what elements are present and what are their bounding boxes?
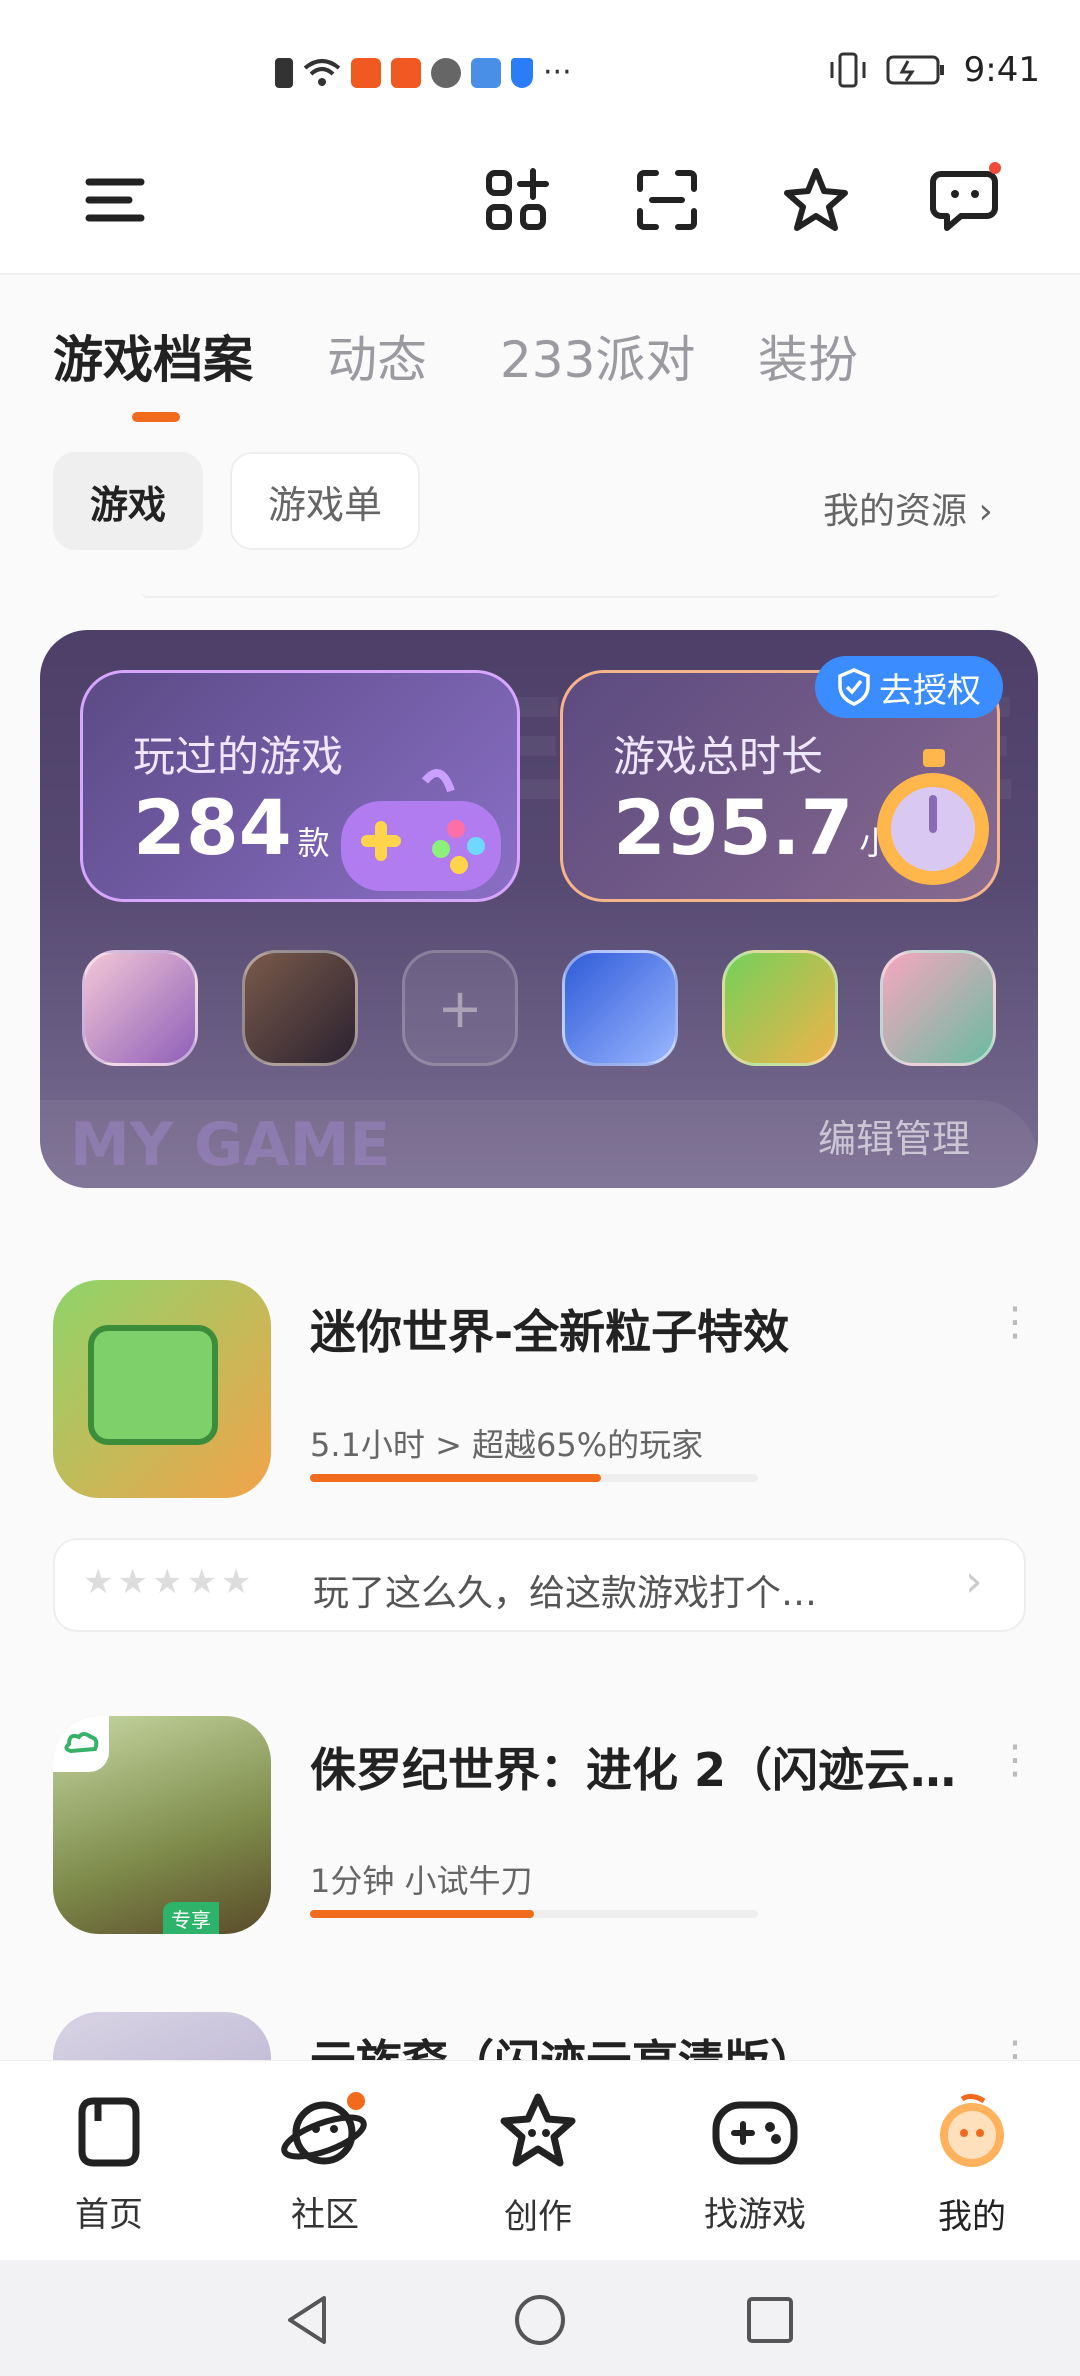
nav-community[interactable]: 社区 xyxy=(250,2091,400,2236)
play-time-label: 游戏总时长 xyxy=(613,732,824,781)
scan-icon[interactable] xyxy=(627,160,707,240)
game-title[interactable]: 侏罗纪世界：进化 2（闪迹云… xyxy=(310,1734,956,1800)
app-notification-icon xyxy=(391,57,421,88)
nav-home[interactable]: 首页 xyxy=(34,2091,184,2236)
wechat-icon xyxy=(431,57,461,88)
nav-profile-label: 我的 xyxy=(938,2197,1006,2237)
home-icon xyxy=(78,2097,140,2167)
vibrate-icon xyxy=(830,52,866,88)
exclusive-badge: 专享 xyxy=(163,1902,219,1934)
nav-find-games[interactable]: 找游戏 xyxy=(680,2091,830,2236)
add-apps-icon[interactable] xyxy=(478,160,558,240)
status-icons: ··· xyxy=(275,55,572,90)
my-resources-link[interactable]: 我的资源 › xyxy=(823,482,993,534)
create-icon xyxy=(500,2093,576,2167)
game-title[interactable]: 迷你世界-全新粒子特效 xyxy=(310,1296,789,1362)
back-icon[interactable] xyxy=(280,2292,336,2348)
game-icon-mini-world[interactable] xyxy=(53,1280,271,1498)
tab-233-party[interactable]: 233派对 xyxy=(500,320,695,392)
played-games-value: 284 款 xyxy=(133,783,330,872)
home-circle-icon[interactable] xyxy=(512,2292,568,2348)
tab-game-profile[interactable]: 游戏档案 xyxy=(53,320,253,392)
alert-icon xyxy=(275,57,293,88)
menu-icon[interactable] xyxy=(75,160,155,240)
chip-game[interactable]: 游戏 xyxy=(53,452,203,550)
nav-community-label: 社区 xyxy=(291,2195,359,2235)
rating-prompt-text: 玩了这么久，给这款游戏打个… xyxy=(313,1573,818,1614)
message-icon[interactable] xyxy=(925,160,1005,240)
play-progress-bar xyxy=(310,1910,758,1918)
community-icon xyxy=(281,2092,367,2165)
chevron-right-icon: › xyxy=(965,1556,983,1607)
authorize-badge[interactable]: 去授权 xyxy=(815,656,1003,718)
authorize-label: 去授权 xyxy=(879,670,981,711)
recent-game-avatar[interactable] xyxy=(880,950,996,1066)
status-bar: ··· 9:41 xyxy=(0,0,1080,130)
top-bar xyxy=(0,130,1080,275)
my-game-watermark: MY GAME xyxy=(70,1110,391,1180)
game-icon-jurassic-world[interactable]: 专享 xyxy=(53,1716,271,1934)
star-sparkle-icon[interactable] xyxy=(776,160,856,240)
recent-apps-icon[interactable] xyxy=(742,2292,798,2348)
played-unit: 款 xyxy=(297,824,330,862)
stopwatch-3d-icon xyxy=(877,749,989,885)
game-play-time: 5.1小时 > 超越65%的玩家 xyxy=(310,1426,704,1464)
gamepad-icon xyxy=(712,2101,798,2165)
system-navigation-bar xyxy=(0,2260,1080,2376)
battery-icon xyxy=(886,55,944,85)
chip-game-list[interactable]: 游戏单 xyxy=(230,452,420,550)
recent-game-avatar[interactable] xyxy=(82,950,198,1066)
played-games-box[interactable]: 玩过的游戏 284 款 xyxy=(80,670,520,902)
play-progress-bar xyxy=(310,1474,758,1482)
shield-icon xyxy=(511,57,533,88)
tab-indicator xyxy=(132,412,180,422)
gamepad-3d-icon xyxy=(341,769,501,891)
status-time: 9:41 xyxy=(963,50,1040,90)
divider xyxy=(140,590,1000,598)
bottom-navigation: 首页 社区 创作 找游戏 我的 xyxy=(0,2060,1080,2260)
app-notification-icon xyxy=(351,57,381,88)
recent-game-avatar[interactable] xyxy=(722,950,838,1066)
nav-home-label: 首页 xyxy=(75,2195,143,2235)
play-time-number: 295.7 xyxy=(613,783,854,872)
shield-check-icon xyxy=(838,668,870,706)
recent-game-avatar[interactable] xyxy=(242,950,358,1066)
recent-game-avatar[interactable] xyxy=(562,950,678,1066)
edit-manage-link[interactable]: 编辑管理 xyxy=(818,1108,970,1163)
game-stats-card: GAME TIME MY GAME 玩过的游戏 284款 游戏总时长 295.7… xyxy=(40,630,1038,1188)
add-game-button[interactable]: + xyxy=(402,950,518,1066)
cloud-play-icon xyxy=(64,1732,99,1754)
nav-find-games-label: 找游戏 xyxy=(704,2195,806,2235)
more-options-icon[interactable]: ⋮ xyxy=(995,1302,1035,1342)
tab-feed[interactable]: 动态 xyxy=(327,320,427,392)
nav-create[interactable]: 创作 xyxy=(463,2091,613,2238)
nav-profile[interactable]: 我的 xyxy=(897,2091,1047,2238)
played-games-label: 玩过的游戏 xyxy=(133,732,344,781)
sim-app-icon xyxy=(471,57,501,88)
wifi-icon xyxy=(303,58,341,86)
game-play-time: 1分钟 小试牛刀 xyxy=(310,1862,533,1900)
profile-icon xyxy=(940,2093,1004,2167)
more-options-icon[interactable]: ⋮ xyxy=(995,1740,1035,1780)
nav-create-label: 创作 xyxy=(504,2197,572,2237)
tab-dress-up[interactable]: 装扮 xyxy=(758,320,858,392)
played-count: 284 xyxy=(133,783,292,872)
rating-stars[interactable]: ★★★★★ xyxy=(83,1562,255,1602)
rating-prompt[interactable]: ★★★★★ 玩了这么久，给这款游戏打个… › xyxy=(53,1538,1026,1632)
more-notifications-icon: ··· xyxy=(543,55,572,90)
